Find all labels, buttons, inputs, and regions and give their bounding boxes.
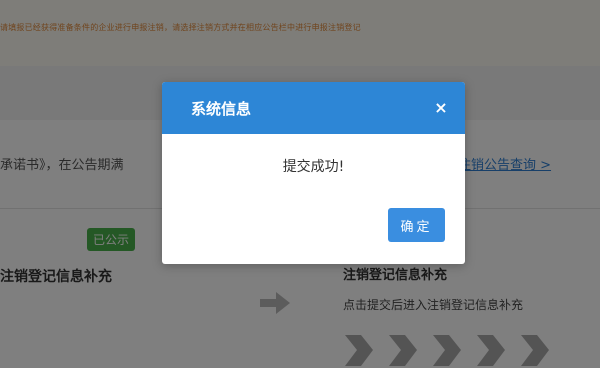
system-message-dialog: 系统信息 × 提交成功! 确定 [162,82,465,264]
dialog-title: 系统信息 [191,100,252,118]
page: 请填报已经获得准备条件的企业进行申报注销，请选择注销方式并在相应公告栏中进行申报… [0,0,600,368]
dialog-message: 提交成功! [282,159,345,175]
confirm-button[interactable]: 确定 [388,208,445,242]
dialog-header: 系统信息 × [162,82,465,134]
close-icon[interactable]: × [431,98,451,118]
